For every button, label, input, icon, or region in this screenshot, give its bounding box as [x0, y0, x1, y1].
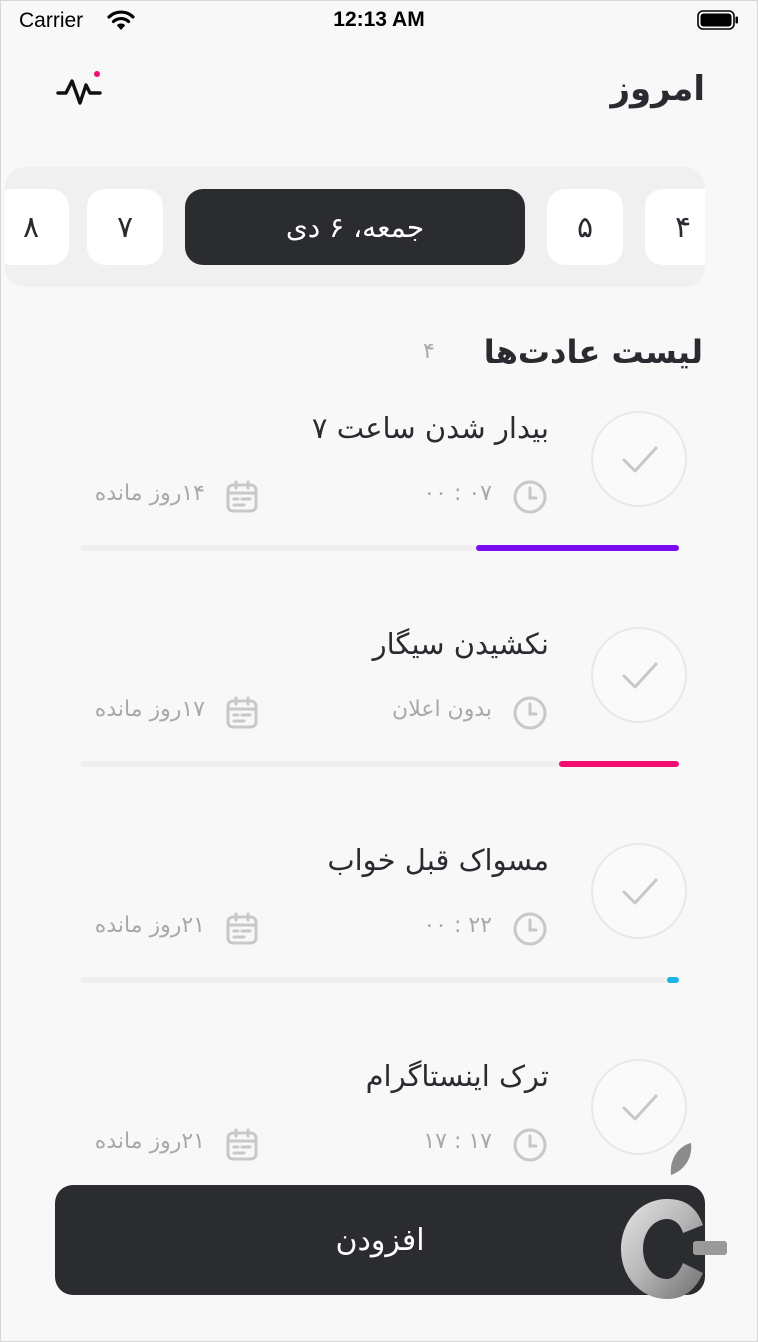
battery-icon — [697, 10, 738, 30]
habit-item[interactable]: نکشیدن سیگار بدون اعلان ۱۷روز مانده — [1, 627, 757, 843]
date-chip-5[interactable]: ۵ — [547, 189, 623, 265]
habit-time: ۲۲ : ۰۰ — [423, 913, 492, 938]
status-time: 12:13 AM — [333, 8, 425, 31]
habit-check-button[interactable] — [591, 843, 687, 939]
habit-reminder: ۱۷ : ۱۷ — [376, 1127, 548, 1163]
habit-time: بدون اعلان — [392, 697, 492, 722]
check-icon — [622, 1094, 658, 1121]
date-chip-7[interactable]: ۷ — [87, 189, 163, 265]
habit-title: نکشیدن سیگار — [372, 627, 549, 661]
habit-item[interactable]: بیدار شدن ساعت ۷ ۰۷ : ۰۰ ۱۴روز مانده — [1, 411, 757, 627]
date-chip-4[interactable]: ۴ — [645, 189, 705, 265]
check-icon — [622, 662, 658, 689]
habit-days-remaining: ۲۱روز مانده — [94, 1129, 205, 1154]
habit-days-remaining: ۲۱روز مانده — [94, 913, 205, 938]
calendar-icon — [226, 912, 258, 945]
watermark-logo — [621, 1143, 727, 1299]
date-chip-8[interactable]: ۸ — [5, 189, 69, 265]
check-icon — [622, 878, 658, 905]
habit-progress-fill — [559, 761, 679, 767]
status-bar: Carrier 12:13 AM — [1, 1, 757, 41]
habit-progress-fill — [667, 977, 679, 983]
habit-days-remaining: ۱۷روز مانده — [94, 697, 205, 722]
habit-item[interactable]: مسواک قبل خواب ۲۲ : ۰۰ ۲۱روز مانده — [1, 843, 757, 1059]
habits-section-title: لیست عادت‌ها — [483, 333, 703, 371]
clock-icon — [513, 1128, 547, 1162]
habit-progress-track — [81, 761, 679, 767]
date-strip[interactable]: ۸ ۷ جمعه، ۶ دی ۵ ۴ — [5, 167, 705, 287]
check-icon — [622, 446, 658, 473]
habit-remaining: ۲۱روز مانده — [76, 1127, 260, 1163]
habit-progress-track — [81, 977, 679, 983]
habit-time: ۱۷ : ۱۷ — [423, 1129, 492, 1154]
habit-check-button[interactable] — [591, 411, 687, 507]
calendar-icon — [226, 696, 258, 729]
clock-icon — [513, 480, 547, 514]
habit-reminder: ۲۲ : ۰۰ — [376, 911, 548, 947]
habit-title: مسواک قبل خواب — [327, 843, 549, 877]
habit-reminder: ۰۷ : ۰۰ — [376, 479, 548, 515]
habits-count: ۴ — [423, 339, 435, 364]
clock-icon — [513, 696, 547, 730]
habit-remaining: ۱۴روز مانده — [76, 479, 260, 515]
habit-check-button[interactable] — [591, 627, 687, 723]
page-title: امروز — [610, 69, 705, 109]
clock-icon — [513, 912, 547, 946]
habit-time: ۰۷ : ۰۰ — [423, 481, 492, 506]
habit-remaining: ۱۷روز مانده — [76, 695, 260, 731]
habit-progress-track — [81, 545, 679, 551]
calendar-icon — [226, 480, 258, 513]
habit-title: ترک اینستاگرام — [365, 1059, 549, 1093]
habit-reminder: بدون اعلان — [376, 695, 548, 731]
date-chip-selected[interactable]: جمعه، ۶ دی — [185, 189, 525, 265]
app-screen: Carrier 12:13 AM امروز ۸ ۷ جمعه، ۶ دی ۵ … — [0, 0, 758, 1342]
habit-progress-fill — [475, 545, 679, 551]
habit-title: بیدار شدن ساعت ۷ — [311, 411, 549, 445]
calendar-icon — [226, 1128, 258, 1161]
habit-days-remaining: ۱۴روز مانده — [94, 481, 205, 506]
pulse-icon[interactable] — [56, 71, 102, 111]
notification-dot — [94, 71, 100, 77]
habit-remaining: ۲۱روز مانده — [76, 911, 260, 947]
